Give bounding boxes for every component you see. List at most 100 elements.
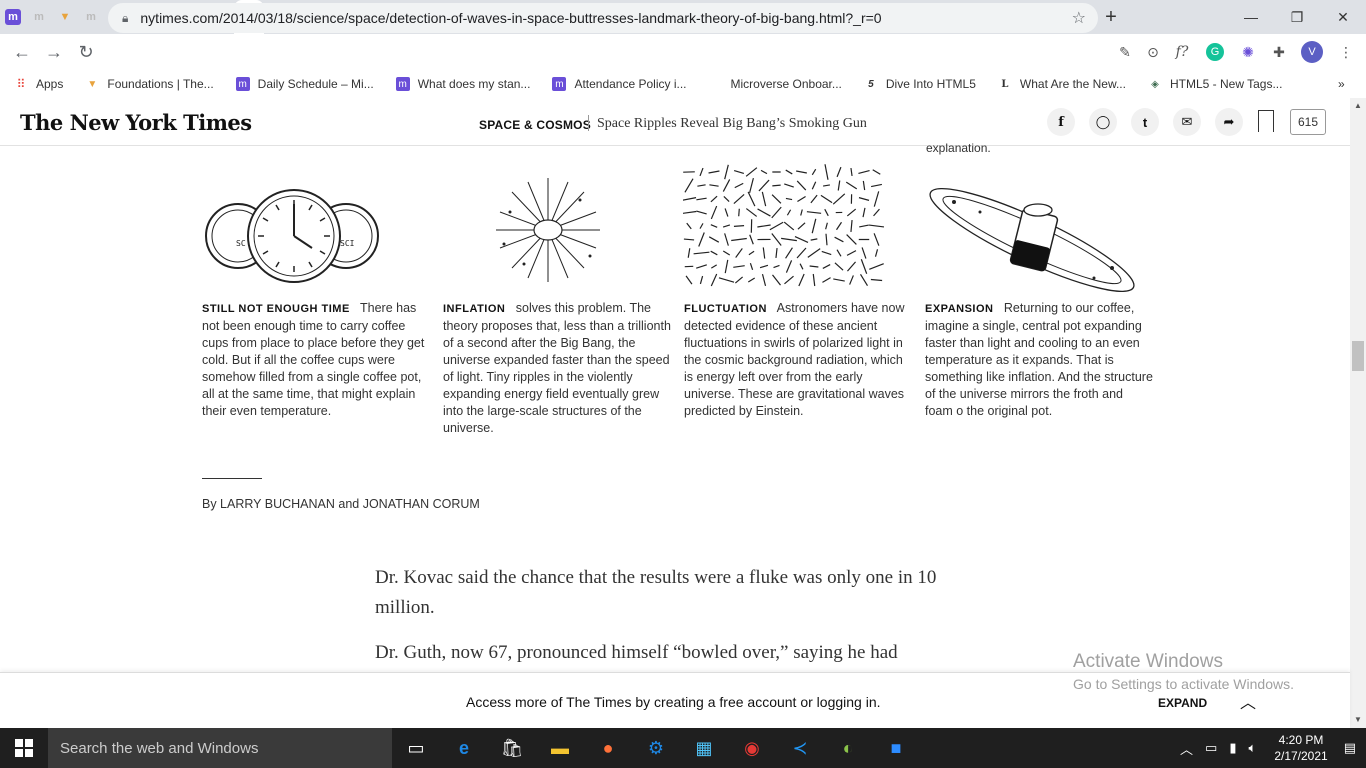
polarization-dash [862,207,866,218]
polarization-dash [822,277,831,283]
bookmark-dive-html5[interactable]: 5 Dive Into HTML5 [864,77,976,91]
windows-logo-icon [15,739,33,757]
polarization-dash [824,208,829,217]
volume-icon[interactable]: 🔈︎ [1249,740,1257,756]
back-icon[interactable]: ← [6,36,38,68]
chameleon-app-icon[interactable]: ◐ [824,728,872,768]
minimize-icon[interactable]: — [1228,0,1274,34]
email-share-icon[interactable]: ✉ [1173,108,1201,136]
zoom-app-icon[interactable]: ■ [872,728,920,768]
scroll-up-arrow-icon[interactable]: ▲ [1350,98,1366,114]
vscode-icon[interactable]: ≺ [776,728,824,768]
page-scrollbar[interactable] [1350,98,1366,728]
taskbar-search-input[interactable]: Search the web and Windows [48,728,392,768]
expand-button[interactable]: EXPAND [1158,696,1207,710]
share-arrow-icon[interactable]: ➦ [1215,108,1243,136]
firefox-icon[interactable]: ● [584,728,632,768]
menu-kebab-icon[interactable]: ⋮ [1334,40,1358,64]
polarization-dash [836,249,842,257]
scrollbar-thumb[interactable] [1352,341,1364,371]
apps-grid-icon: ⠿ [16,77,26,91]
polarization-dash [761,273,767,287]
start-button[interactable] [0,728,48,768]
polarization-dash [845,181,858,190]
facebook-share-icon[interactable]: f [1047,108,1075,136]
grammarly-icon[interactable]: G [1203,40,1227,64]
edge-icon[interactable]: e [440,728,488,768]
polarization-dash [871,183,882,188]
new-tab-button[interactable]: + [1096,0,1126,34]
polarization-dash [683,238,695,241]
polarization-dash [836,166,842,178]
tab-foundations-1[interactable]: ▼ [52,0,78,34]
settings-extension-icon[interactable]: ✺ [1236,40,1260,64]
polarization-dash [821,250,832,256]
bookmark-microverse-onboarding[interactable]: Microverse Onboar... [709,77,842,91]
address-bar[interactable]: 🔒︎ nytimes.com/2014/03/18/science/space/… [108,3,1098,33]
polarization-dash [846,261,857,272]
polarization-dash [775,248,778,258]
polarization-dash [797,195,806,203]
code-extension-icon[interactable]: ⊙ [1141,40,1165,64]
scroll-down-arrow-icon[interactable]: ▼ [1350,712,1366,728]
caption-still-not-enough-time: STILL NOT ENOUGH TIME There has not been… [202,300,430,420]
tab-microverse-1[interactable]: m [0,0,26,34]
polarization-dash [699,167,704,177]
forward-icon[interactable]: → [38,36,70,68]
window-close-icon[interactable]: ✕ [1320,0,1366,34]
settings-app-icon[interactable]: ⚙ [632,728,680,768]
section-label[interactable]: SPACE & COSMOS [479,118,591,132]
polarization-dash [812,273,816,287]
reload-icon[interactable]: ↻ [70,36,102,68]
formula-extension-icon[interactable]: f? [1170,40,1194,64]
chrome-icon[interactable]: ◉ [728,728,776,768]
polarization-dash [771,233,782,246]
comments-count-button[interactable]: 615 [1290,109,1326,135]
polarization-dash [859,224,869,228]
bookmark-star-icon[interactable]: ☆ [1072,8,1086,28]
calculator-icon[interactable]: ▦ [680,728,728,768]
bookmark-new-tags[interactable]: L What Are the New... [998,77,1126,91]
polarization-dash [834,236,844,243]
polarization-dash [761,191,767,207]
polarization-dash [846,250,857,256]
save-bookmark-icon[interactable] [1258,110,1274,132]
chevron-up-icon[interactable]: ︿ [1240,689,1256,713]
tray-expand-icon[interactable]: ︿ [1180,739,1193,758]
extensions-puzzle-icon[interactable]: ✚ [1267,40,1291,64]
whatsapp-share-icon[interactable]: ◯ [1089,108,1117,136]
cut-off-caption: explanation. [926,141,991,155]
polarization-dash [697,184,706,187]
bookmark-apps[interactable]: ⠿ Apps [14,77,64,91]
twitter-share-icon[interactable]: t [1131,108,1159,136]
notifications-icon[interactable]: ▤ [1344,740,1356,756]
bookmark-attendance[interactable]: m Attendance Policy i... [552,77,687,91]
eyedropper-extension-icon[interactable]: ✎ [1113,40,1137,64]
url-text[interactable]: nytimes.com/2014/03/18/science/space/det… [140,10,881,26]
polarization-dash [710,250,718,256]
bookmark-html5-tags[interactable]: ◈ HTML5 - New Tags... [1148,77,1282,91]
bookmark-foundations[interactable]: ▼ Foundations | The... [85,77,213,91]
store-icon[interactable]: 🛍︎ [488,728,536,768]
tab-microverse-2[interactable]: m [26,0,52,34]
bookmark-daily-schedule[interactable]: m Daily Schedule – Mi... [235,77,374,91]
lock-icon[interactable]: 🔒︎ [122,11,128,26]
nyt-logo[interactable]: The New York Times [20,110,252,135]
task-view-icon[interactable]: ▭ [392,728,440,768]
more-bookmarks-button[interactable]: » [1338,77,1345,91]
battery-icon[interactable]: ▮ [1229,740,1236,756]
network-icon[interactable]: ▭ [1205,740,1217,756]
profile-avatar[interactable]: V [1300,40,1324,64]
polarization-dash [862,180,866,191]
polarization-dash [747,191,756,207]
file-explorer-icon[interactable]: ▬ [536,728,584,768]
restore-icon[interactable]: ❐ [1274,0,1320,34]
polarization-dash [733,170,745,174]
polarization-dash [785,169,793,175]
tab-microverse-3[interactable]: m [78,0,104,34]
polarization-dash [749,234,754,245]
taskbar-clock[interactable]: 4:20 PM 2/17/2021 [1274,732,1327,764]
bookmark-standard[interactable]: m What does my stan... [395,77,530,91]
polarization-dash [784,275,794,285]
article-paragraph: Dr. Kovac said the chance that the resul… [375,567,937,618]
